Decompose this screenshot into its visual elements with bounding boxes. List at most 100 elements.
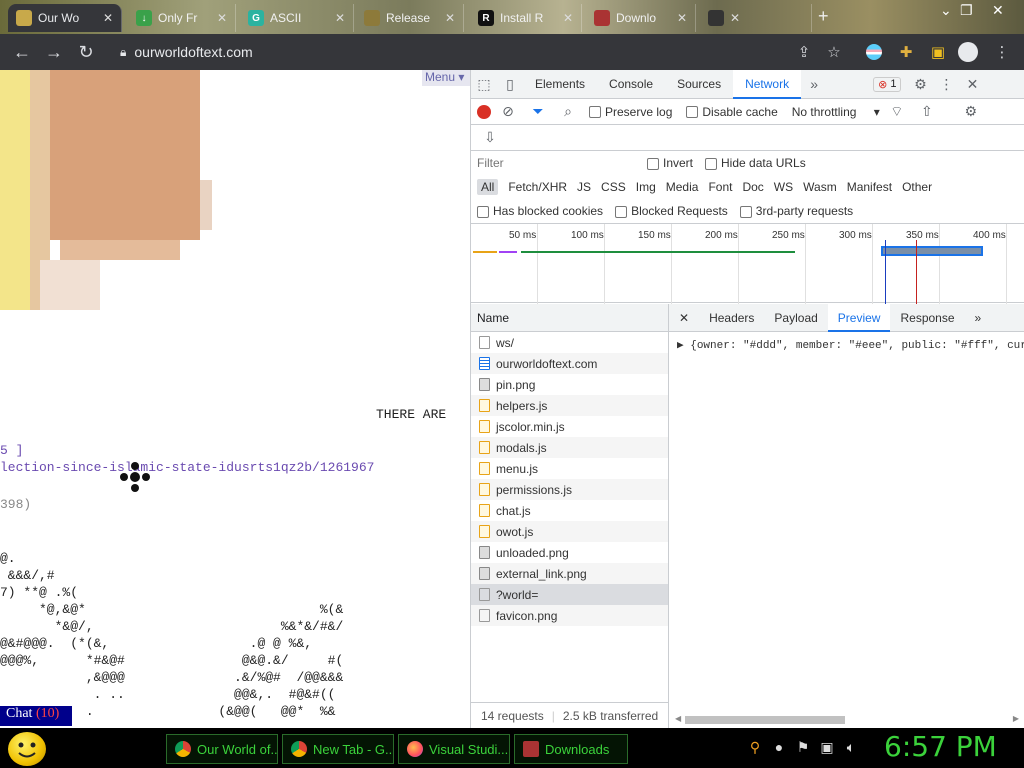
export-har-icon[interactable]: ⇩ — [477, 125, 503, 151]
flag-icon[interactable]: ⚑ — [794, 738, 812, 756]
blocked-requests-checkbox[interactable]: Blocked Requests — [615, 204, 728, 218]
menu-button[interactable]: Menu ▾ — [422, 70, 470, 86]
close-detail-icon[interactable]: ✕ — [669, 304, 699, 332]
preserve-log-checkbox[interactable]: Preserve log — [589, 105, 672, 119]
tab-github[interactable]: ✕ — [700, 4, 812, 32]
network-conditions-icon[interactable]: ⌔ — [884, 99, 910, 125]
status-icon[interactable]: ● — [770, 738, 788, 756]
lock-icon[interactable]: 🔒︎ — [120, 45, 126, 60]
world-link[interactable]: lection-since-islamic-state-idusrts1qz2b… — [0, 459, 374, 476]
network-overview-timeline[interactable]: 50 ms 100 ms 150 ms 200 ms 250 ms 300 ms… — [471, 223, 1024, 304]
search-icon[interactable]: ⌕ — [555, 99, 581, 125]
request-row[interactable]: menu.js — [471, 458, 668, 479]
filter-input[interactable] — [477, 154, 635, 172]
close-tab-icon[interactable]: ✕ — [217, 11, 227, 25]
type-filter-all[interactable]: All — [477, 179, 499, 195]
customize-menu-icon[interactable]: ⋮ — [933, 71, 959, 97]
forward-arrow-icon[interactable]: → — [38, 36, 70, 68]
chat-button[interactable]: Chat (10) — [0, 706, 72, 726]
taskbar-item-chrome-owot[interactable]: Our World of... — [166, 734, 278, 764]
request-row[interactable]: chat.js — [471, 500, 668, 521]
taskbar-item-downloads[interactable]: Downloads — [514, 734, 628, 764]
close-tab-icon[interactable]: ✕ — [335, 11, 345, 25]
restore-window-icon[interactable]: ❐ — [960, 2, 973, 19]
inspect-element-icon[interactable]: ⬚ — [471, 71, 497, 97]
taskbar-item-firefox[interactable]: Visual Studi... — [398, 734, 510, 764]
throttling-select[interactable]: No throttling ▾ — [792, 105, 880, 119]
tab-headers[interactable]: Headers — [699, 304, 764, 332]
browser-menu-icon[interactable]: ⋮ — [992, 42, 1012, 62]
request-row[interactable]: external_link.png — [471, 563, 668, 584]
type-filter-doc[interactable]: Doc — [742, 180, 763, 194]
request-row[interactable]: jscolor.min.js — [471, 416, 668, 437]
web-page-content[interactable]: Menu ▾ THERE ARE 5 ] lection-since-islam… — [0, 70, 470, 728]
close-tab-icon[interactable]: ✕ — [445, 11, 455, 25]
scroll-left-icon[interactable]: ◀ — [675, 714, 681, 723]
tab-response[interactable]: Response — [890, 304, 964, 332]
disable-cache-checkbox[interactable]: Disable cache — [686, 105, 778, 119]
type-filter-media[interactable]: Media — [666, 180, 699, 194]
close-tab-icon[interactable]: ✕ — [563, 11, 573, 25]
scrollbar-thumb[interactable] — [685, 716, 845, 724]
name-column-header[interactable]: Name — [471, 304, 668, 332]
profile-avatar-icon[interactable] — [958, 42, 978, 62]
type-filter-js[interactable]: JS — [577, 180, 591, 194]
close-window-icon[interactable]: ✕ — [992, 2, 1004, 19]
bookmark-star-icon[interactable]: ☆ — [824, 42, 844, 62]
tab-elements[interactable]: Elements — [523, 70, 597, 99]
request-row[interactable]: ourworldoftext.com — [471, 353, 668, 374]
type-filter-fetch-xhr[interactable]: Fetch/XHR — [508, 180, 567, 194]
tab-download[interactable]: Downlo ✕ — [586, 4, 696, 32]
has-blocked-cookies-checkbox[interactable]: Has blocked cookies — [477, 204, 603, 218]
back-arrow-icon[interactable]: ← — [6, 36, 38, 68]
taskbar-clock[interactable]: 6:57 PM — [884, 730, 997, 763]
record-icon[interactable] — [477, 104, 491, 119]
import-har-icon[interactable]: ⇧ — [914, 99, 940, 125]
type-filter-other[interactable]: Other — [902, 180, 932, 194]
type-filter-img[interactable]: Img — [636, 180, 656, 194]
start-smiley-icon[interactable] — [8, 732, 46, 766]
tab-network[interactable]: Network — [733, 69, 802, 99]
type-filter-wasm[interactable]: Wasm — [803, 180, 837, 194]
type-filter-font[interactable]: Font — [708, 180, 732, 194]
tab-payload[interactable]: Payload — [764, 304, 827, 332]
request-row[interactable]: unloaded.png — [471, 542, 668, 563]
reload-icon[interactable]: ↻ — [70, 36, 102, 68]
request-row-selected[interactable]: ?world= — [471, 584, 668, 605]
search-icon[interactable]: ⚲ — [746, 738, 764, 756]
tab-console[interactable]: Console — [597, 70, 665, 99]
close-tab-icon[interactable]: ✕ — [103, 11, 113, 25]
share-icon[interactable]: ⇪ — [794, 42, 814, 62]
type-filter-manifest[interactable]: Manifest — [847, 180, 892, 194]
request-row[interactable]: helpers.js — [471, 395, 668, 416]
extension-flag-icon[interactable] — [864, 42, 884, 62]
timeline-selection[interactable] — [881, 246, 983, 256]
type-filter-ws[interactable]: WS — [774, 180, 793, 194]
request-row[interactable]: permissions.js — [471, 479, 668, 500]
extensions-puzzle-icon[interactable]: ✚ — [896, 42, 916, 62]
request-row[interactable]: pin.png — [471, 374, 668, 395]
close-devtools-icon[interactable]: ✕ — [959, 71, 985, 97]
volume-icon[interactable]: 🔈︎ — [842, 738, 860, 756]
tab-search-icon[interactable]: ⌄ — [940, 2, 952, 19]
tab-our-world-of-text[interactable]: Our Wo ✕ — [8, 4, 122, 32]
tab-preview[interactable]: Preview — [827, 303, 891, 332]
settings-gear-icon[interactable]: ⚙ — [907, 71, 933, 97]
more-tabs-icon[interactable]: » — [801, 71, 827, 97]
request-row[interactable]: favicon.png — [471, 605, 668, 626]
tab-install-r[interactable]: R Install R ✕ — [470, 4, 582, 32]
scroll-right-icon[interactable]: ▶ — [1013, 714, 1019, 723]
tab-only-fr[interactable]: ↓ Only Fr ✕ — [128, 4, 236, 32]
horizontal-scrollbar[interactable]: ◀ ▶ — [675, 714, 1019, 724]
tab-release[interactable]: Release ✕ — [356, 4, 464, 32]
close-tab-icon[interactable]: ✕ — [730, 11, 740, 25]
side-panel-icon[interactable]: ▣ — [928, 42, 948, 62]
tab-sources[interactable]: Sources — [665, 70, 733, 99]
close-tab-icon[interactable]: ✕ — [677, 11, 687, 25]
network-icon[interactable]: ▣ — [818, 738, 836, 756]
network-settings-icon[interactable]: ⚙ — [958, 99, 984, 125]
request-row[interactable]: owot.js — [471, 521, 668, 542]
taskbar-item-chrome-newtab[interactable]: New Tab - G... — [282, 734, 394, 764]
preview-json[interactable]: ▶ {owner: "#ddd", member: "#eee", public… — [669, 332, 1024, 358]
request-row[interactable]: ws/ — [471, 332, 668, 353]
